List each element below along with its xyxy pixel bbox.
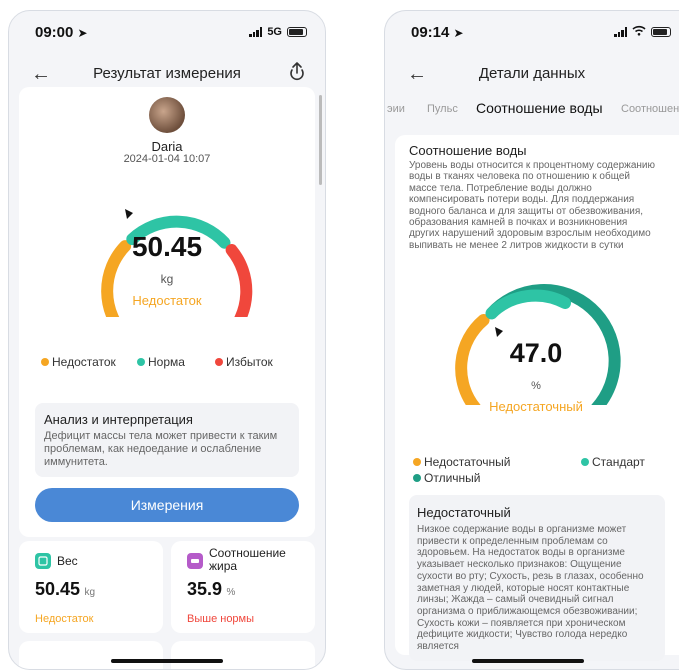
tab-pulse[interactable]: Пульс [427,103,458,115]
battery-icon [651,27,671,37]
metric-value: 50.45 [35,579,81,599]
legend-item: Отличный [413,471,480,485]
page-title: Результат измерения [93,64,241,82]
metric-card-partial [171,641,315,669]
gauge-value: 50.45 [131,231,203,262]
info-box: Недостаточный Низкое содержание воды в о… [409,495,665,661]
avatar [149,97,185,133]
status-time: 09:00 ➤ [35,23,88,41]
legend-item: Норма [137,355,185,369]
analysis-box: Анализ и интерпретация Дефицит массы тел… [35,403,299,477]
signal-icon [249,27,263,37]
measure-date: 2024-01-04 10:07 [123,153,211,165]
scrollbar[interactable] [319,95,322,185]
info-text: Низкое содержание воды в организме может… [417,524,644,653]
legend-item: Избыток [215,355,273,369]
measure-button[interactable]: Измерения [35,488,299,522]
tab-bar: эии Пульс Соотношение воды Соотношен [385,99,679,121]
phone-left: 09:00 ➤ 5G ← Результат измерения Daria 2… [8,10,326,670]
tab-next[interactable]: Соотношен [621,103,679,115]
metric-label: Вес [57,554,78,568]
gauge-segment-excellent [485,289,571,320]
nav-bar: ← Детали данных [385,55,679,91]
page-title: Детали данных [478,64,586,82]
location-arrow-icon: ➤ [77,25,88,40]
phone-right: 09:14 ➤ ← Детали данных эии Пульс Соотно… [384,10,679,670]
analysis-text: Дефицит массы тела может привести к таки… [44,430,278,468]
metric-unit: kg [84,587,96,598]
weight-icon [35,553,51,569]
info-title: Недостаточный [417,505,511,520]
metric-label: Соотношение жира [209,546,286,573]
metric-card-weight[interactable]: Вес 50.45 kg Недостаток [19,541,163,633]
metric-value: 35.9 [187,579,223,599]
water-detail-card: Соотношение воды Уровень воды относится … [395,135,679,661]
signal-icon [614,27,627,37]
tab-partial[interactable]: эии [387,103,405,115]
user-name: Daria [151,139,183,154]
legend-item: Недостаток [41,355,116,369]
tab-water-ratio[interactable]: Соотношение воды [476,100,603,116]
back-arrow-icon[interactable]: ← [31,63,51,86]
metric-card-fat[interactable]: Соотношение жира 35.9 % Выше нормы [171,541,315,633]
battery-icon [287,27,307,37]
status-bar: 09:00 ➤ 5G [35,21,307,43]
section-title: Соотношение воды [409,143,527,158]
metric-unit: % [226,587,236,598]
gauge-unit: % [531,380,541,392]
back-arrow-icon[interactable]: ← [407,63,427,86]
gauge-unit: kg [160,272,174,286]
gauge-pointer [125,209,133,219]
legend-item: Стандарт [581,455,645,469]
gauge-status: Недостаточный [489,399,583,414]
metric-status: Недостаток [35,613,94,625]
gauge-pointer [495,327,503,337]
status-time: 09:14 ➤ [411,23,464,41]
home-indicator [111,659,223,663]
gauge-value: 47.0 [509,338,563,368]
nav-bar: ← Результат измерения [9,55,325,91]
network-label: 5G [267,26,282,38]
result-card: Daria 2024-01-04 10:07 50.45 kg Недостат… [19,87,315,537]
location-arrow-icon: ➤ [453,25,464,40]
metric-card-partial [19,641,163,669]
section-description: Уровень воды относится к процентному сод… [409,160,655,251]
share-icon[interactable] [287,61,307,86]
fat-icon [187,553,203,569]
legend-item: Недостаточный [413,455,511,469]
status-bar: 09:14 ➤ [411,21,671,43]
analysis-title: Анализ и интерпретация [44,412,193,427]
wifi-icon [632,25,646,39]
metric-status: Выше нормы [187,613,255,625]
gauge-status: Недостаток [132,293,202,308]
home-indicator [472,659,584,663]
